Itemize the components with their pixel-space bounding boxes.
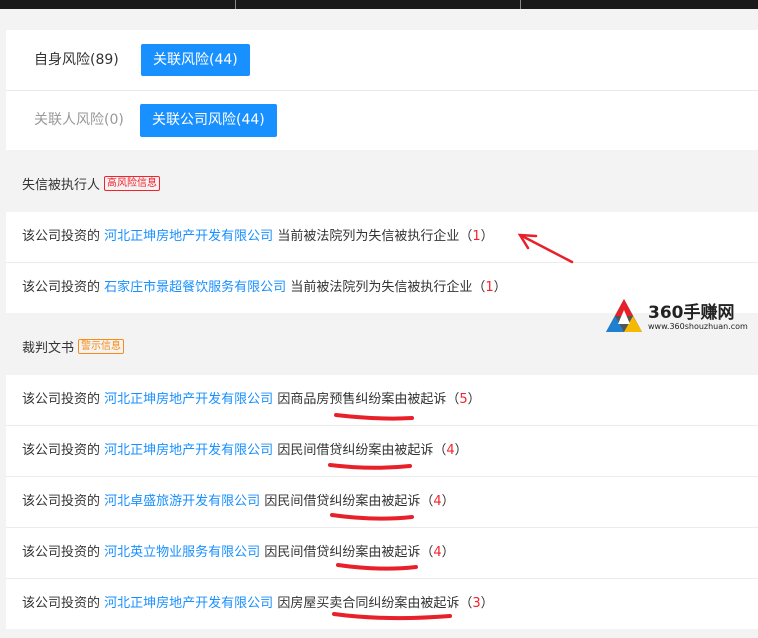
item-desc: 因民间借贷纠纷案由被起诉 [264, 545, 421, 560]
paren-open: （ [472, 280, 486, 295]
paren-open: （ [420, 545, 434, 560]
item-count[interactable]: 4 [446, 443, 454, 458]
tab-own-risk[interactable]: 自身风险(89) [34, 44, 119, 76]
section-title-text: 裁判文书 [22, 341, 75, 356]
tab-row-primary: 自身风险(89) 关联风险(44) [6, 30, 758, 90]
item-count[interactable]: 1 [485, 280, 493, 295]
top-bar [0, 0, 758, 9]
list-item: 该公司投资的 河北正坤房地产开发有限公司 因商品房预售纠纷案由被起诉（5） [6, 375, 758, 426]
company-link[interactable]: 河北正坤房地产开发有限公司 [104, 392, 273, 407]
paren-close: ） [480, 229, 494, 244]
warning-badge: 警示信息 [78, 339, 125, 354]
item-desc: 因商品房预售纠纷案由被起诉 [277, 392, 447, 407]
list-item: 该公司投资的 河北正坤房地产开发有限公司 因房屋买卖合同纠纷案由被起诉（3） [6, 579, 758, 629]
item-desc: 因民间借贷纠纷案由被起诉 [264, 494, 421, 509]
section-title-judgments: 裁判文书 警示信息 [22, 337, 125, 356]
company-link[interactable]: 河北正坤房地产开发有限公司 [104, 229, 273, 244]
item-desc: 当前被法院列为失信被执行企业 [290, 280, 473, 295]
company-link[interactable]: 河北卓盛旅游开发有限公司 [104, 494, 260, 509]
paren-close: ） [441, 545, 455, 560]
item-prefix: 该公司投资的 [22, 545, 101, 560]
watermark-brand: 360手赚网 [648, 303, 735, 323]
top-bar-tick [520, 0, 521, 9]
paren-open: （ [420, 494, 434, 509]
paren-close: ） [441, 494, 455, 509]
watermark-logo: 360手赚网 www.360shouzhuan.com [604, 296, 754, 338]
company-link[interactable]: 河北正坤房地产开发有限公司 [104, 596, 273, 611]
tab-related-person-risk[interactable]: 关联人风险(0) [34, 104, 124, 136]
list-item: 该公司投资的 河北卓盛旅游开发有限公司 因民间借贷纠纷案由被起诉（4） [6, 477, 758, 528]
item-desc: 当前被法院列为失信被执行企业 [277, 229, 460, 244]
item-count[interactable]: 5 [459, 392, 467, 407]
item-desc: 因民间借贷纠纷案由被起诉 [277, 443, 434, 458]
paren-close: ） [480, 596, 494, 611]
item-count[interactable]: 4 [433, 545, 441, 560]
tabs-card: 自身风险(89) 关联风险(44) 关联人风险(0) 关联公司风险(44) [6, 30, 758, 150]
tab-related-risk[interactable]: 关联风险(44) [141, 44, 250, 76]
item-prefix: 该公司投资的 [22, 443, 101, 458]
top-bar-tick [235, 0, 236, 9]
paren-open: （ [459, 229, 473, 244]
paren-close: ） [467, 392, 481, 407]
item-prefix: 该公司投资的 [22, 596, 101, 611]
watermark-triangle-icon [606, 299, 642, 332]
company-link[interactable]: 河北英立物业服务有限公司 [104, 545, 260, 560]
paren-open: （ [433, 443, 447, 458]
paren-close: ） [454, 443, 468, 458]
list-item: 该公司投资的 河北正坤房地产开发有限公司 因民间借贷纠纷案由被起诉（4） [6, 426, 758, 477]
paren-close: ） [493, 280, 507, 295]
tab-related-company-risk[interactable]: 关联公司风险(44) [140, 104, 277, 137]
item-prefix: 该公司投资的 [22, 392, 101, 407]
item-desc: 因房屋买卖合同纠纷案由被起诉 [277, 596, 460, 611]
item-count[interactable]: 3 [472, 596, 480, 611]
list-item: 该公司投资的 河北英立物业服务有限公司 因民间借贷纠纷案由被起诉（4） [6, 528, 758, 579]
item-count[interactable]: 1 [472, 229, 480, 244]
item-prefix: 该公司投资的 [22, 494, 101, 509]
section-title-dishonest: 失信被执行人 高风险信息 [22, 174, 161, 193]
company-link[interactable]: 石家庄市景超餐饮服务有限公司 [104, 280, 286, 295]
paren-open: （ [446, 392, 460, 407]
watermark-domain: www.360shouzhuan.com [648, 322, 748, 331]
paren-open: （ [459, 596, 473, 611]
section-title-text: 失信被执行人 [22, 178, 101, 193]
item-count[interactable]: 4 [433, 494, 441, 509]
list-item: 该公司投资的 河北正坤房地产开发有限公司 当前被法院列为失信被执行企业（1） [6, 212, 758, 263]
company-link[interactable]: 河北正坤房地产开发有限公司 [104, 443, 273, 458]
item-prefix: 该公司投资的 [22, 280, 101, 295]
judgments-list: 该公司投资的 河北正坤房地产开发有限公司 因商品房预售纠纷案由被起诉（5） 该公… [6, 375, 758, 629]
high-risk-badge: 高风险信息 [104, 176, 161, 191]
tab-row-secondary: 关联人风险(0) 关联公司风险(44) [6, 91, 758, 150]
item-prefix: 该公司投资的 [22, 229, 101, 244]
